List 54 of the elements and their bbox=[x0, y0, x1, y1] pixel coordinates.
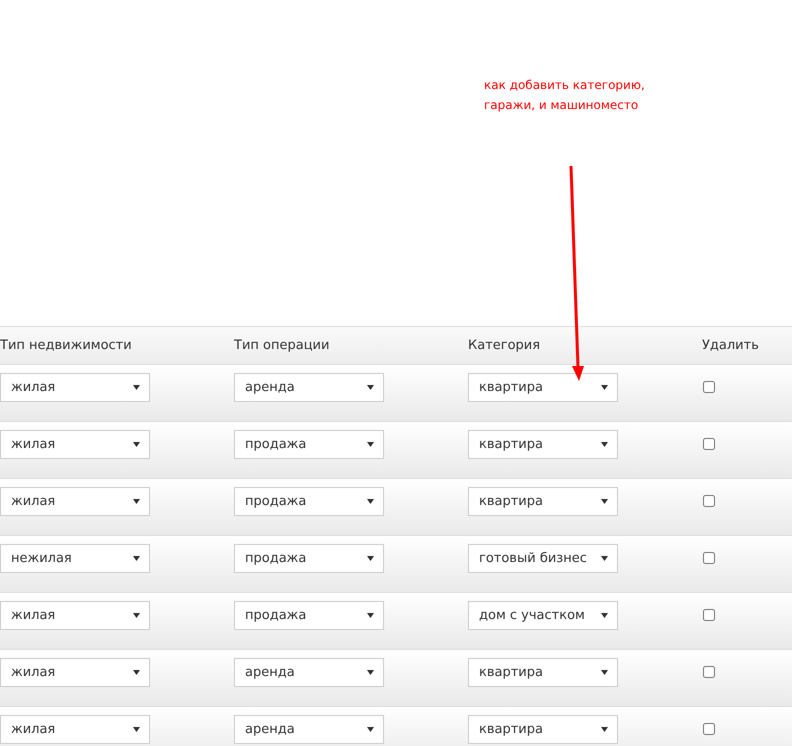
caret-icon bbox=[601, 670, 608, 675]
dropdown[interactable]: жилая bbox=[0, 601, 150, 630]
dropdown[interactable]: квартира bbox=[468, 373, 618, 402]
dropdown[interactable]: квартира bbox=[468, 430, 618, 459]
caret-icon bbox=[133, 442, 140, 447]
dropdown[interactable]: квартира bbox=[468, 715, 618, 744]
dropdown[interactable]: аренда bbox=[234, 715, 384, 744]
caret-icon bbox=[601, 727, 608, 732]
column-header: Категория bbox=[468, 338, 542, 353]
dropdown[interactable]: аренда bbox=[234, 373, 384, 402]
dropdown[interactable]: квартира bbox=[468, 487, 618, 516]
dropdown[interactable]: жилая bbox=[0, 487, 150, 516]
caret-icon bbox=[133, 727, 140, 732]
dropdown[interactable]: жилая bbox=[0, 373, 150, 402]
annotation-text: как добавить категорию, гаражи, и машиноместо bbox=[483, 77, 646, 114]
dropdown[interactable]: жилая bbox=[0, 430, 150, 459]
column-header: Тип операции bbox=[234, 338, 330, 353]
caret-icon bbox=[367, 442, 374, 447]
caret-icon bbox=[601, 613, 608, 618]
caret-icon bbox=[367, 499, 374, 504]
dropdown[interactable]: квартира bbox=[468, 658, 618, 687]
dropdown[interactable]: продажа bbox=[234, 601, 384, 630]
dropdown[interactable]: жилая bbox=[0, 715, 150, 744]
dropdown[interactable]: аренда bbox=[234, 658, 384, 687]
column-header: Удалить bbox=[702, 338, 759, 353]
dropdown[interactable]: готовый бизнес bbox=[468, 544, 618, 573]
caret-icon bbox=[133, 556, 140, 561]
delete-checkbox[interactable] bbox=[703, 495, 715, 507]
caret-icon bbox=[367, 727, 374, 732]
caret-icon bbox=[601, 442, 608, 447]
delete-checkbox[interactable] bbox=[703, 438, 715, 450]
delete-checkbox[interactable] bbox=[703, 381, 715, 393]
caret-icon bbox=[133, 670, 140, 675]
dropdown[interactable]: продажа bbox=[234, 487, 384, 516]
caret-icon bbox=[133, 385, 140, 390]
column-header: Тип недвижимости bbox=[0, 338, 133, 353]
caret-icon bbox=[601, 385, 608, 390]
dropdown[interactable]: жилая bbox=[0, 658, 150, 687]
dropdown[interactable]: продажа bbox=[234, 430, 384, 459]
delete-checkbox[interactable] bbox=[703, 609, 715, 621]
caret-icon bbox=[367, 670, 374, 675]
delete-checkbox[interactable] bbox=[703, 723, 715, 735]
caret-icon bbox=[601, 556, 608, 561]
caret-icon bbox=[133, 613, 140, 618]
delete-checkbox[interactable] bbox=[703, 666, 715, 678]
dropdown[interactable]: дом с участком bbox=[468, 601, 618, 630]
caret-icon bbox=[133, 499, 140, 504]
caret-icon bbox=[367, 613, 374, 618]
caret-icon bbox=[601, 499, 608, 504]
caret-icon bbox=[367, 385, 374, 390]
dropdown[interactable]: продажа bbox=[234, 544, 384, 573]
delete-checkbox[interactable] bbox=[703, 552, 715, 564]
dropdown[interactable]: нежилая bbox=[0, 544, 150, 573]
caret-icon bbox=[367, 556, 374, 561]
